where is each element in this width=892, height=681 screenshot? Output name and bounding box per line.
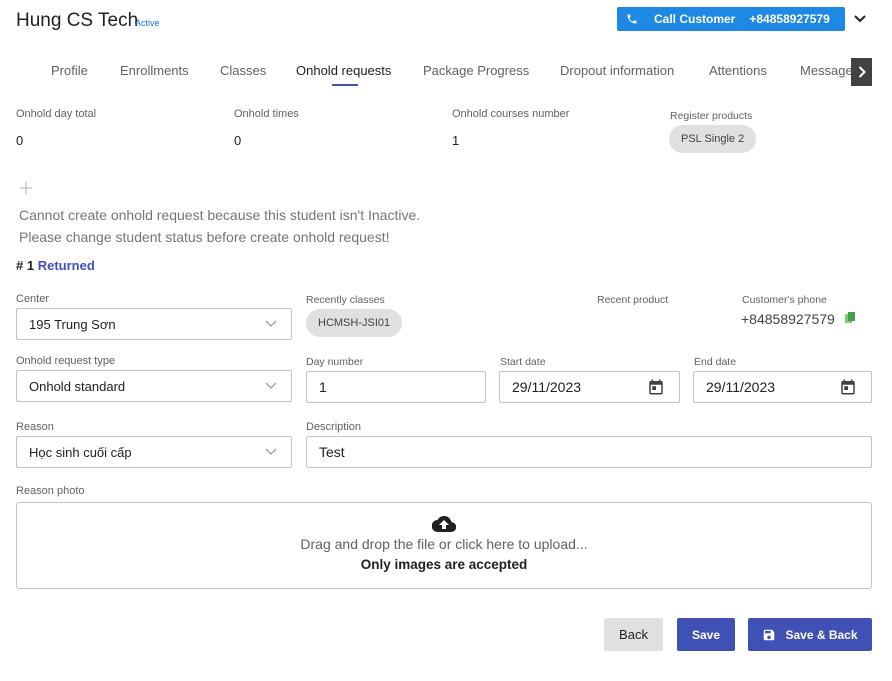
onhold-type-value: Onhold standard	[29, 378, 126, 394]
floppy-disk-icon	[764, 629, 775, 640]
center-label: Center	[16, 293, 50, 305]
reason-photo-label: Reason photo	[16, 485, 85, 497]
chevron-down-icon	[265, 320, 277, 327]
save-and-back-label: Save & Back	[785, 627, 858, 642]
tab-classes[interactable]: Classes	[220, 58, 266, 88]
recent-classes-label: Recently classes	[306, 294, 385, 306]
call-customer-number: +84858927579	[749, 12, 830, 26]
reason-label: Reason	[16, 421, 54, 433]
recent-class-chip: HCMSH-JSI01	[306, 309, 403, 337]
save-and-back-button[interactable]: Save & Back	[748, 618, 872, 651]
chevron-right-icon	[858, 66, 866, 78]
call-customer-label: Call Customer	[654, 12, 736, 26]
customer-phone-label: Customer's phone	[742, 294, 827, 306]
onhold-day-total-value: 0	[16, 133, 24, 148]
chevron-down-icon[interactable]	[850, 9, 870, 29]
tab-messages[interactable]: Messages	[800, 58, 852, 88]
center-select[interactable]: 195 Trung Sơn	[16, 308, 292, 340]
onhold-type-select[interactable]: Onhold standard	[16, 370, 292, 402]
start-date-label: Start date	[500, 356, 546, 368]
request-heading: # 1 Returned	[16, 258, 95, 273]
onhold-day-total-label: Onhold day total	[16, 108, 97, 120]
day-number-value: 1	[319, 379, 327, 395]
onhold-courses-label: Onhold courses number	[452, 108, 570, 120]
end-date-label: End date	[694, 356, 737, 368]
student-name: Hung CS Tech	[16, 10, 139, 31]
description-input[interactable]: Test	[306, 436, 872, 468]
description-label: Description	[306, 421, 362, 433]
day-number-input[interactable]: 1	[306, 371, 486, 403]
chevron-down-icon	[265, 382, 277, 389]
notice-line-1: Cannot create onhold request because thi…	[19, 207, 421, 223]
tab-profile[interactable]: Profile	[51, 58, 88, 88]
center-value: 195 Trung Sơn	[29, 316, 116, 332]
tab-scroll-right-button[interactable]	[851, 58, 872, 86]
request-status: Returned	[37, 258, 95, 273]
phone-icon	[626, 13, 642, 25]
call-customer-button[interactable]: Call Customer +84858927579	[617, 7, 845, 31]
reason-photo-dropzone[interactable]: Drag and drop the file or click here to …	[16, 502, 872, 589]
notice-line-2: Please change student status before crea…	[19, 229, 390, 245]
register-product-chip: PSL Single 2	[669, 125, 757, 153]
day-number-label: Day number	[306, 356, 364, 368]
active-tab-indicator	[332, 84, 358, 86]
reason-select[interactable]: Học sinh cuối cấp	[16, 436, 292, 468]
back-button[interactable]: Back	[604, 618, 663, 651]
tab-bar: Profile Enrollments Classes Onhold reque…	[34, 58, 872, 88]
customer-phone-value: +84858927579	[741, 311, 835, 327]
tab-package-progress[interactable]: Package Progress	[423, 58, 529, 88]
chevron-down-icon	[265, 448, 277, 455]
reason-value: Học sinh cuối cấp	[29, 444, 132, 460]
onhold-type-label: Onhold request type	[16, 355, 116, 367]
tab-attentions[interactable]: Attentions	[709, 58, 767, 88]
calendar-icon	[649, 379, 663, 395]
end-date-input[interactable]: 29/11/2023	[693, 371, 872, 403]
plus-icon[interactable]	[18, 180, 34, 196]
onhold-courses-value: 1	[452, 133, 460, 148]
save-button[interactable]: Save	[677, 618, 735, 651]
dropzone-hint: Only images are accepted	[360, 557, 528, 572]
dropzone-text: Drag and drop the file or click here to …	[300, 536, 588, 552]
end-date-value: 29/11/2023	[706, 379, 776, 395]
calendar-icon	[841, 379, 855, 395]
description-value: Test	[319, 444, 345, 460]
tab-dropout-information[interactable]: Dropout information	[560, 58, 674, 88]
cloud-upload-icon	[17, 515, 871, 533]
status-badge: Active	[135, 18, 160, 28]
register-products-label: Register products	[670, 110, 753, 122]
copy-icon[interactable]	[845, 310, 855, 328]
recent-product-label: Recent product	[597, 294, 669, 306]
tab-enrollments[interactable]: Enrollments	[120, 58, 189, 88]
start-date-value: 29/11/2023	[512, 379, 582, 395]
onhold-times-value: 0	[234, 133, 242, 148]
request-number: # 1	[16, 258, 35, 273]
start-date-input[interactable]: 29/11/2023	[499, 371, 680, 403]
onhold-times-label: Onhold times	[234, 108, 299, 120]
